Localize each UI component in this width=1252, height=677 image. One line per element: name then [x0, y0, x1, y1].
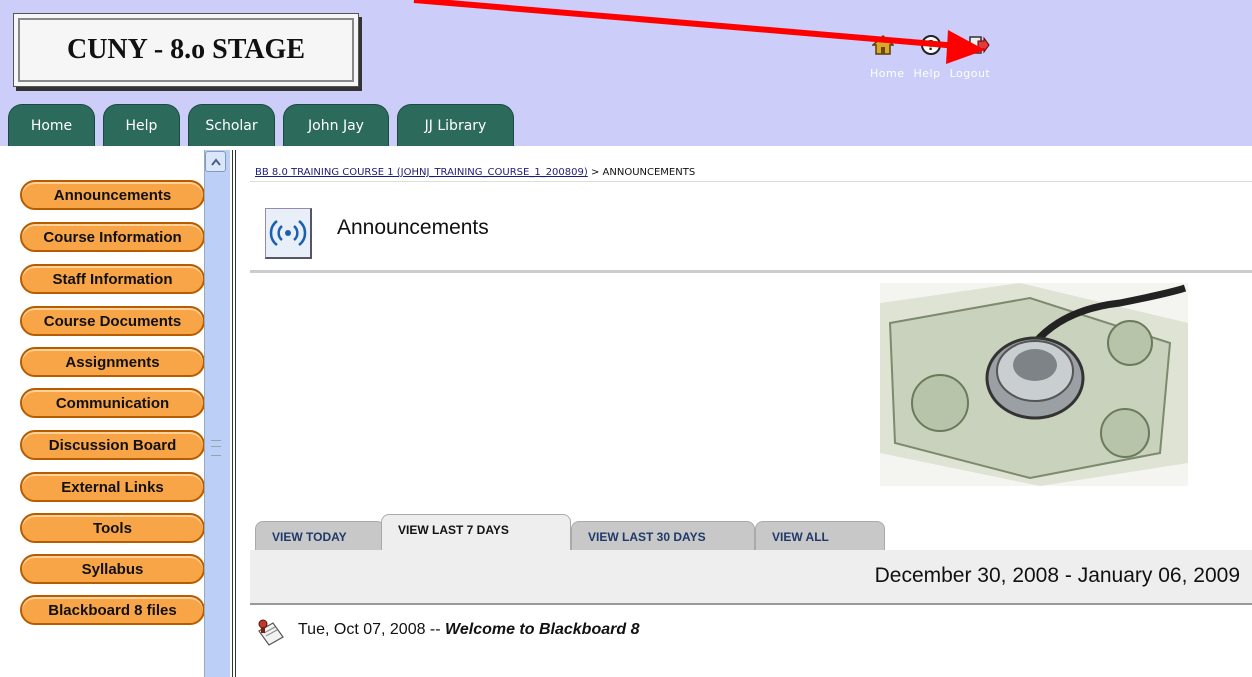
sidebar-item-communication[interactable]: Communication: [20, 388, 205, 418]
breadcrumb-course-link[interactable]: BB 8.0 TRAINING COURSE 1 (JOHNJ_TRAINING…: [255, 167, 588, 178]
announcement-icon: [258, 619, 284, 646]
view-tabs: VIEW TODAY VIEW LAST 7 DAYS VIEW LAST 30…: [250, 513, 1252, 551]
sidebar-item-course-information[interactable]: Course Information: [20, 222, 205, 252]
sidebar-item-assignments[interactable]: Assignments: [20, 347, 205, 377]
title-divider: [250, 270, 1252, 273]
breadcrumb-current: ANNOUNCEMENTS: [602, 167, 696, 178]
sidebar-item-announcements[interactable]: Announcements: [20, 180, 205, 210]
date-divider: [250, 603, 1252, 605]
sidebar-item-staff-information[interactable]: Staff Information: [20, 264, 205, 294]
scrollbar-grip[interactable]: [211, 440, 221, 456]
tab-jj-library[interactable]: JJ Library: [397, 104, 514, 146]
page-title: Announcements: [337, 216, 489, 239]
help-icon[interactable]: ?: [920, 34, 942, 56]
svg-text:?: ?: [927, 39, 935, 54]
announcement-entry: Tue, Oct 07, 2008 -- Welcome to Blackboa…: [298, 621, 639, 639]
top-link-labels: Home Help Logout: [870, 67, 995, 80]
breadcrumb-divider: [250, 181, 1252, 182]
tab-view-all[interactable]: VIEW ALL: [755, 521, 885, 551]
top-link-home[interactable]: Home: [870, 67, 904, 80]
announcement-date: Tue, Oct 07, 2008: [298, 621, 426, 638]
banner-image: [880, 283, 1188, 486]
tab-scholar[interactable]: Scholar: [188, 104, 275, 146]
institution-title: CUNY - 8.o STAGE: [18, 18, 354, 82]
sidebar-item-syllabus[interactable]: Syllabus: [20, 554, 205, 584]
tab-help[interactable]: Help: [103, 104, 180, 146]
chevron-up-icon: [210, 157, 221, 166]
sidebar-item-blackboard-8-files[interactable]: Blackboard 8 files: [20, 595, 205, 625]
logout-icon[interactable]: [968, 34, 990, 56]
breadcrumb: BB 8.0 TRAINING COURSE 1 (JOHNJ_TRAINING…: [255, 167, 695, 178]
top-link-help[interactable]: Help: [913, 67, 940, 80]
announcement-separator: --: [425, 621, 446, 638]
house-icon[interactable]: [872, 34, 894, 56]
tab-view-last-7-days[interactable]: VIEW LAST 7 DAYS: [381, 514, 571, 551]
tab-john-jay[interactable]: John Jay: [283, 104, 389, 146]
date-range-bar: December 30, 2008 - January 06, 2009: [250, 550, 1252, 603]
scroll-up-button[interactable]: [205, 151, 226, 172]
frame-divider[interactable]: [232, 150, 236, 677]
sidebar-item-course-documents[interactable]: Course Documents: [20, 306, 205, 336]
breadcrumb-separator: >: [587, 167, 603, 178]
top-link-logout[interactable]: Logout: [950, 67, 991, 80]
tab-home[interactable]: Home: [8, 104, 95, 146]
header-banner: CUNY - 8.o STAGE ? Home Help Logout Home…: [0, 0, 1252, 146]
institution-logo: CUNY - 8.o STAGE: [13, 13, 359, 87]
course-menu: Announcements Course Information Staff I…: [0, 148, 231, 677]
sidebar-scrollbar[interactable]: [204, 150, 230, 677]
date-range: December 30, 2008 - January 06, 2009: [874, 564, 1240, 587]
sidebar-item-external-links[interactable]: External Links: [20, 472, 205, 502]
tab-view-today[interactable]: VIEW TODAY: [255, 521, 385, 551]
tab-view-last-30-days[interactable]: VIEW LAST 30 DAYS: [571, 521, 755, 551]
sidebar-item-tools[interactable]: Tools: [20, 513, 205, 543]
announcement-title: Welcome to Blackboard 8: [445, 621, 640, 638]
sidebar-item-discussion-board[interactable]: Discussion Board: [20, 430, 205, 460]
announcements-icon: [265, 208, 312, 259]
